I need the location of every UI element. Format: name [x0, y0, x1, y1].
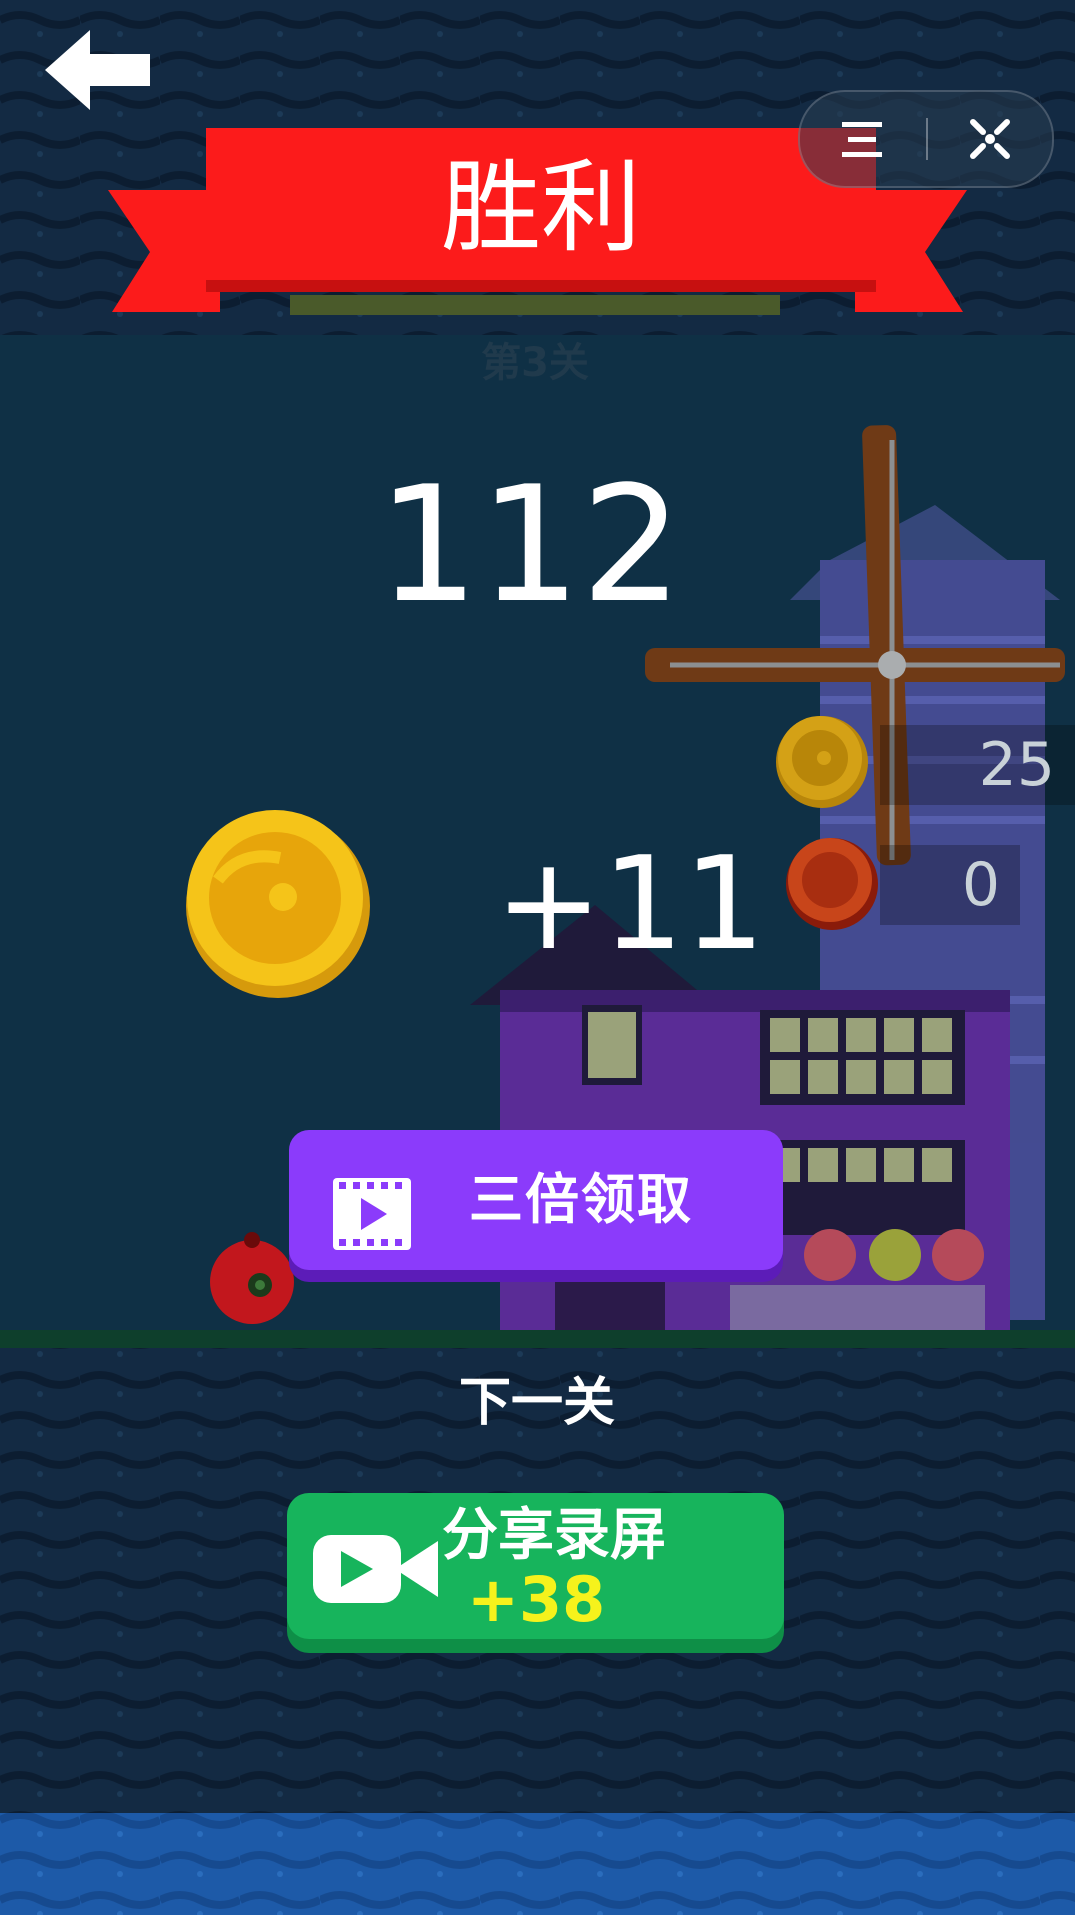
victory-title: 胜利	[441, 149, 641, 266]
gold-counter: 25	[880, 725, 1075, 805]
triple-claim-button[interactable]: 三倍领取	[289, 1130, 783, 1282]
back-arrow-icon	[45, 30, 150, 110]
red-counter: 0	[880, 845, 1020, 925]
small-red-coin	[786, 838, 878, 930]
close-button[interactable]	[928, 92, 1054, 186]
small-gold-coin	[776, 716, 868, 808]
level-label: 第3关	[481, 340, 589, 386]
share-record-label: 分享录屏	[442, 1503, 666, 1568]
share-bonus: +38	[467, 1563, 606, 1636]
next-level-button[interactable]: 下一关	[437, 1360, 637, 1435]
close-icon	[970, 119, 1010, 159]
video-play-icon	[333, 1178, 411, 1250]
back-button[interactable]	[45, 30, 155, 110]
reward-amount: +11	[494, 830, 766, 979]
score-value: 112	[377, 451, 683, 638]
share-record-button[interactable]: 分享录屏 +38	[287, 1493, 784, 1653]
triple-claim-label: 三倍领取	[469, 1168, 693, 1231]
video-camera-icon	[313, 1535, 438, 1603]
